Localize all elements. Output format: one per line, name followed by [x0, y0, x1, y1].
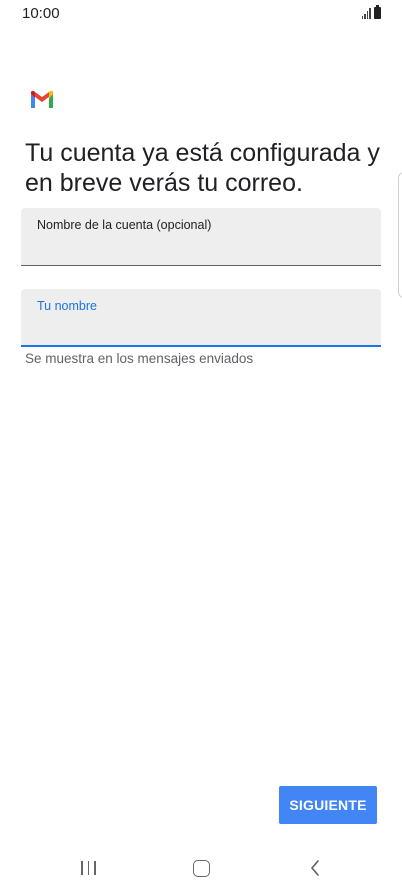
back-icon[interactable] — [309, 859, 321, 877]
your-name-input[interactable] — [37, 319, 367, 341]
your-name-helper-text: Se muestra en los mensajes enviados — [25, 351, 254, 366]
battery-icon — [374, 5, 381, 19]
your-name-label: Tu nombre — [37, 299, 97, 313]
signal-icon — [361, 8, 371, 19]
home-icon[interactable] — [193, 860, 210, 877]
recents-icon[interactable] — [81, 861, 96, 875]
your-name-field[interactable]: Tu nombre — [21, 289, 381, 347]
account-name-label: Nombre de la cuenta (opcional) — [37, 218, 212, 232]
edge-panel-handle[interactable] — [398, 172, 402, 298]
account-name-input[interactable] — [37, 238, 367, 260]
navigation-bar — [0, 845, 402, 893]
screen: 10:00 Tu cuenta ya está configurada y en… — [0, 0, 402, 893]
page-title: Tu cuenta ya está configurada y en breve… — [25, 139, 380, 197]
status-bar: 10:00 — [0, 0, 402, 28]
next-button[interactable]: SIGUIENTE — [279, 786, 377, 824]
status-time: 10:00 — [22, 5, 60, 22]
account-name-field[interactable]: Nombre de la cuenta (opcional) — [21, 208, 381, 266]
status-icons — [361, 5, 381, 19]
gmail-logo-icon — [31, 90, 53, 108]
